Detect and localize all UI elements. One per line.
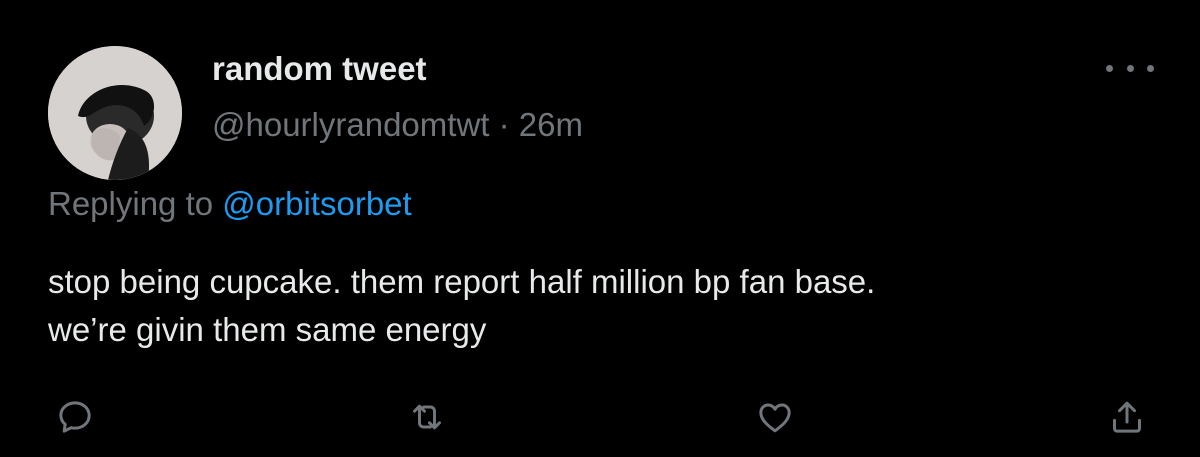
ellipsis-icon [1147, 64, 1154, 72]
tweet-text: stop being cupcake. them report half mil… [48, 258, 1148, 354]
handle[interactable]: @hourlyrandomtwt [212, 106, 489, 143]
avatar[interactable] [48, 46, 182, 180]
heart-icon [759, 403, 791, 433]
timestamp[interactable]: 26m [519, 106, 583, 143]
like-button[interactable] [752, 394, 798, 440]
tweet-meta: @hourlyrandomtwt · 26m [212, 106, 583, 144]
ellipsis-icon [1106, 64, 1113, 72]
more-options-button[interactable] [1106, 56, 1154, 80]
replying-prefix: Replying to [48, 185, 214, 222]
tweet-text-line: stop being cupcake. them report half mil… [48, 263, 876, 300]
retweet-icon [413, 404, 441, 430]
separator: · [498, 106, 510, 143]
share-button[interactable] [1104, 394, 1150, 440]
reply-button[interactable] [52, 394, 98, 440]
avatar-photo [48, 46, 182, 180]
replying-mention-link[interactable]: @orbitsorbet [222, 185, 411, 222]
tweet-text-line: we’re givin them same energy [48, 311, 487, 348]
display-name[interactable]: random tweet [212, 50, 427, 88]
ellipsis-icon [1126, 64, 1134, 72]
replying-to: Replying to @orbitsorbet [48, 185, 412, 223]
tweet-card[interactable]: random tweet @hourlyrandomtwt · 26m Repl… [0, 0, 1200, 457]
share-icon [1113, 401, 1141, 433]
retweet-button[interactable] [404, 394, 450, 440]
reply-icon [59, 401, 91, 433]
